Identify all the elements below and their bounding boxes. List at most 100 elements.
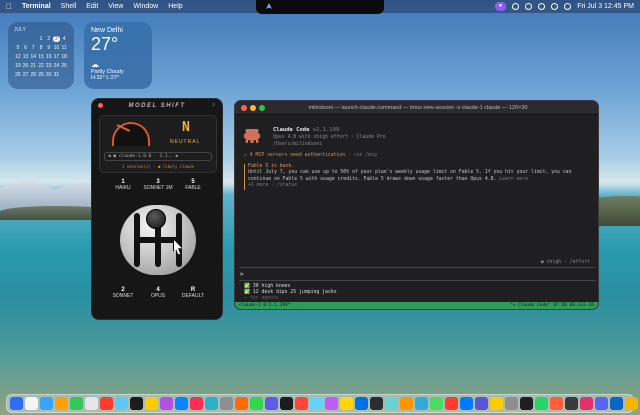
dock-app-icon[interactable] xyxy=(100,397,113,410)
tmux-status-bar: claude-1 0:2.1.199* "✳ Claude Code" 07:2… xyxy=(235,302,598,309)
dock-app-icon[interactable] xyxy=(10,397,23,410)
dock-app-icon[interactable] xyxy=(475,397,488,410)
dock-app-icon[interactable] xyxy=(145,397,158,410)
shift-knob[interactable] xyxy=(146,209,166,229)
dock-app-icon[interactable] xyxy=(505,397,518,410)
wifi-icon[interactable] xyxy=(551,3,559,10)
dock-app-icon[interactable] xyxy=(520,397,533,410)
close-button[interactable] xyxy=(241,104,247,111)
battery-icon[interactable] xyxy=(564,3,572,10)
minimize-button[interactable] xyxy=(250,104,256,111)
gear-1[interactable]: 1 HAIKU xyxy=(108,179,138,191)
gear-reverse[interactable]: R DEFAULT xyxy=(178,287,208,299)
dock-app-icon[interactable] xyxy=(55,397,68,410)
calendar-day: 15 xyxy=(38,54,44,60)
prompt-input[interactable]: > xyxy=(240,271,244,278)
dock-app-icon[interactable] xyxy=(625,397,638,410)
dock-app-icon[interactable] xyxy=(280,397,293,410)
dock-app-icon[interactable] xyxy=(115,397,128,410)
dock-app-icon[interactable] xyxy=(265,397,278,410)
menu-shell[interactable]: Shell xyxy=(61,3,77,10)
calendar-day: 23 xyxy=(45,63,52,69)
dock-app-icon[interactable] xyxy=(385,397,398,410)
terminal-titlebar[interactable]: milindsoni — launch-claude.command — tmu… xyxy=(235,101,598,115)
app-name: Claude Code v2.1.199 xyxy=(273,127,340,133)
dock-app-icon[interactable] xyxy=(205,397,218,410)
calendar-day: 5 xyxy=(16,45,20,51)
calendar-day: 18 xyxy=(61,54,67,60)
menu-edit[interactable]: Edit xyxy=(86,3,98,10)
dock-app-icon[interactable] xyxy=(400,397,413,410)
tmux-right: "✳ Claude Code" 07:28 03-Jul-26 xyxy=(510,303,594,308)
calendar-widget[interactable]: JULY 1 2 3 4 5 6 7 8 9 10 11 12 13 14 15 16 17 18 19 20 21 22… xyxy=(8,22,74,89)
session-selector[interactable]: ◀ ● claude-1.0.0 · 2.1.. ▶ xyxy=(104,152,212,161)
gear-3[interactable]: 3 SONNET 1M xyxy=(143,179,173,191)
dock-app-icon[interactable] xyxy=(25,397,38,410)
dock-app-icon[interactable] xyxy=(370,397,383,410)
notice-line-3: +1 more · /status xyxy=(248,183,298,189)
dock-app-icon[interactable] xyxy=(490,397,503,410)
dock-app-icon[interactable] xyxy=(40,397,53,410)
menu-clock[interactable]: Fri Jul 3 12:45 PM xyxy=(577,3,634,10)
weather-widget[interactable]: New Delhi 27° ☁ Partly Cloudy H:32° L:27… xyxy=(84,22,152,89)
status-icon-1[interactable] xyxy=(512,3,520,10)
current-gear: N xyxy=(182,120,190,135)
menu-window[interactable]: Window xyxy=(133,3,158,10)
status-icon-2[interactable] xyxy=(525,3,533,10)
calendar-day: 3 xyxy=(52,36,61,42)
tmux-left: claude-1 0:2.1.199* xyxy=(239,303,291,308)
calendar-day: 26 xyxy=(15,72,21,78)
dock-app-icon[interactable] xyxy=(550,397,563,410)
calendar-day: 13 xyxy=(22,54,29,60)
dock-app-icon[interactable] xyxy=(430,397,443,410)
dock-app-icon[interactable] xyxy=(235,397,248,410)
gear-2[interactable]: 2 SONNET xyxy=(108,287,138,299)
dock-app-icon[interactable] xyxy=(445,397,458,410)
calendar-day: 30 xyxy=(45,72,52,78)
dock-app-icon[interactable] xyxy=(190,397,203,410)
dock xyxy=(6,394,638,413)
calendar-day: 11 xyxy=(61,45,67,51)
dock-app-icon[interactable] xyxy=(415,397,428,410)
dock-app-icon[interactable] xyxy=(610,397,623,410)
dock-app-icon[interactable] xyxy=(160,397,173,410)
menu-view[interactable]: View xyxy=(108,3,123,10)
dock-app-icon[interactable] xyxy=(175,397,188,410)
calendar-month: JULY xyxy=(14,27,26,33)
calendar-day: 31 xyxy=(53,72,60,78)
menu-app-terminal[interactable]: Terminal xyxy=(22,3,51,10)
dock-app-icon[interactable] xyxy=(310,397,323,410)
dock-app-icon[interactable] xyxy=(355,397,368,410)
dock-app-icon[interactable] xyxy=(460,397,473,410)
dock-app-icon[interactable] xyxy=(565,397,578,410)
calendar-day: 25 xyxy=(61,63,67,69)
gear-4[interactable]: 4 OPUS xyxy=(143,287,173,299)
dock-app-icon[interactable] xyxy=(535,397,548,410)
dock-app-icon[interactable] xyxy=(580,397,593,410)
terminal-window[interactable]: milindsoni — launch-claude.command — tmu… xyxy=(234,100,599,310)
dock-app-icon[interactable] xyxy=(250,397,263,410)
dock-app-icon[interactable] xyxy=(85,397,98,410)
dock-app-icon[interactable] xyxy=(220,397,233,410)
zoom-button[interactable] xyxy=(259,104,265,111)
recording-pill[interactable]: ● xyxy=(494,2,507,11)
dock-app-icon[interactable] xyxy=(130,397,143,410)
music-note-icon[interactable]: ♪ xyxy=(212,102,215,108)
dock-app-icon[interactable] xyxy=(295,397,308,410)
dock-app-icon[interactable] xyxy=(325,397,338,410)
dock-app-icon[interactable] xyxy=(595,397,608,410)
gear-shifter[interactable]: 1 HAIKU 3 SONNET 1M 5 FABLE 2 SONNET 4 OPUS R… xyxy=(107,179,209,303)
calendar-day: 9 xyxy=(47,45,51,51)
calendar-day: 27 xyxy=(22,72,29,78)
dock-app-icon[interactable] xyxy=(340,397,353,410)
status-icon-3[interactable] xyxy=(538,3,546,10)
calendar-day: 28 xyxy=(30,72,37,78)
claude-logo-icon xyxy=(244,129,260,143)
weather-highlow: H:32° L:27° xyxy=(91,75,120,81)
gear-5[interactable]: 5 FABLE xyxy=(178,179,208,191)
mcp-warning: ⚠ 4 MCP servers need authentication · ru… xyxy=(244,153,377,158)
model-shift-window: MODEL SHIFT ♪ N NEUTRAL ◀ ● claude-1.0.0… xyxy=(91,98,223,320)
apple-icon[interactable]:  xyxy=(6,2,14,11)
dock-app-icon[interactable] xyxy=(70,397,83,410)
menu-help[interactable]: Help xyxy=(168,3,182,10)
